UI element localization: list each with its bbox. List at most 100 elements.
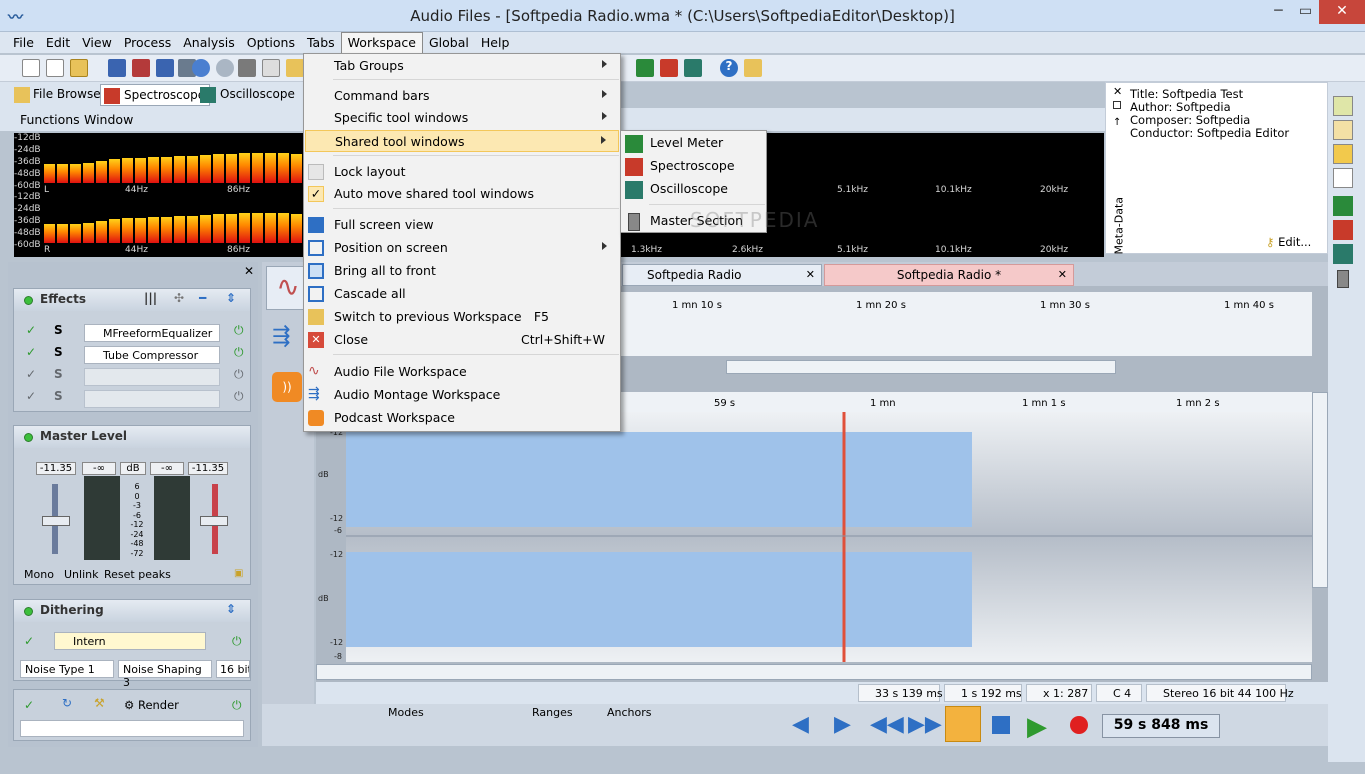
effect-slot-name[interactable]: Tube Compressor xyxy=(84,346,220,364)
close-icon[interactable]: ✕ xyxy=(244,264,254,278)
tab-file-browser[interactable]: File Browser xyxy=(0,84,110,106)
dithering-power-led[interactable] xyxy=(24,607,33,616)
check-icon[interactable]: ✓ xyxy=(24,698,34,712)
solo-button[interactable]: S xyxy=(54,323,63,337)
audio-montage-workspace-icon[interactable]: ⇶ xyxy=(272,324,302,354)
menu-item-auto-move[interactable]: ✓ Auto move shared tool windows xyxy=(305,183,619,205)
keyboard-icon[interactable] xyxy=(1333,168,1353,188)
menu-item-shared-tool-windows[interactable]: Shared tool windows xyxy=(305,130,619,152)
add-effect-icon[interactable]: ||| xyxy=(144,291,157,305)
menu-item-audio-file-workspace[interactable]: ∿ Audio File Workspace xyxy=(305,361,619,383)
effects-power-led[interactable] xyxy=(24,296,33,305)
sort-icon[interactable]: ⇕ xyxy=(226,291,236,305)
level-meter-icon[interactable] xyxy=(636,59,654,77)
record-button[interactable] xyxy=(1070,716,1088,734)
check-icon[interactable]: ✓ xyxy=(26,323,36,337)
menu-view[interactable]: View xyxy=(76,33,118,54)
context-help-icon[interactable] xyxy=(744,59,762,77)
solo-button[interactable]: S xyxy=(54,389,63,403)
paste-icon[interactable] xyxy=(286,59,304,77)
bit-depth-select[interactable]: 16 bit xyxy=(216,660,250,678)
menu-item-audio-montage-workspace[interactable]: ⇶ Audio Montage Workspace xyxy=(305,384,619,406)
zoom-level[interactable]: x 1: 287 xyxy=(1026,684,1092,702)
maximize-button[interactable]: ▭ xyxy=(1292,0,1319,24)
audio-format[interactable]: Stereo 16 bit 44 100 Hz xyxy=(1146,684,1294,702)
submenu-item-level-meter[interactable]: Level Meter xyxy=(622,132,765,154)
tag-icon[interactable] xyxy=(1333,144,1353,164)
menu-item-tab-groups[interactable]: Tab Groups xyxy=(305,55,619,77)
undo-icon[interactable] xyxy=(192,59,210,77)
new-template-icon[interactable] xyxy=(46,59,64,77)
effect-slot-name[interactable] xyxy=(84,390,220,408)
spectroscope-icon[interactable] xyxy=(1333,220,1353,240)
level-meter-icon[interactable] xyxy=(1333,196,1353,216)
render-button[interactable]: ⚙ Render xyxy=(124,698,179,712)
check-icon[interactable]: ✓ xyxy=(24,634,34,648)
cursor-position[interactable]: 33 s 139 ms xyxy=(858,684,943,702)
redo-icon[interactable] xyxy=(216,59,234,77)
menu-item-specific-tool-windows[interactable]: Specific tool windows xyxy=(305,107,619,129)
oscilloscope-icon[interactable] xyxy=(1333,244,1353,264)
cut-icon[interactable] xyxy=(238,59,256,77)
effect-slot-name[interactable]: MFreeformEqualizer xyxy=(84,324,220,342)
close-icon[interactable]: ✕ xyxy=(806,268,815,281)
close-icon[interactable]: ✕ xyxy=(1113,85,1122,98)
save-icon[interactable] xyxy=(108,59,126,77)
unlink-button[interactable]: Unlink xyxy=(64,568,98,581)
dithering-plugin[interactable]: Intern xyxy=(54,632,206,650)
master-power-led[interactable] xyxy=(24,433,33,442)
edit-metadata-button[interactable]: ⚷ Edit... xyxy=(1266,235,1311,249)
close-icon[interactable]: ✕ xyxy=(1058,268,1067,281)
power-icon[interactable]: ⏻ xyxy=(232,634,242,649)
menu-tabs[interactable]: Tabs xyxy=(301,33,341,54)
render-output-field[interactable] xyxy=(20,720,244,737)
save-all-icon[interactable] xyxy=(156,59,174,77)
master-section-icon[interactable] xyxy=(1337,270,1349,288)
menu-item-podcast-workspace[interactable]: Podcast Workspace xyxy=(305,407,619,429)
tab-softpedia-radio[interactable]: Softpedia Radio ✕ xyxy=(622,264,822,286)
save-as-icon[interactable] xyxy=(132,59,150,77)
tab-spectroscope[interactable]: Spectroscope xyxy=(100,84,211,106)
check-icon[interactable]: ✓ xyxy=(26,389,36,403)
menu-item-position-on-screen[interactable]: Position on screen xyxy=(305,237,619,259)
mono-button[interactable]: Mono xyxy=(24,568,54,581)
menu-workspace[interactable]: Workspace xyxy=(340,32,423,53)
noise-type-select[interactable]: Noise Type 1 xyxy=(20,660,114,678)
oscilloscope-icon[interactable] xyxy=(684,59,702,77)
fast-rewind-button[interactable]: ◀◀ xyxy=(870,712,904,740)
open-folder-icon[interactable] xyxy=(70,59,88,77)
check-icon[interactable]: ✓ xyxy=(26,345,36,359)
menu-item-bring-to-front[interactable]: Bring all to front xyxy=(305,260,619,282)
menu-edit[interactable]: Edit xyxy=(40,33,76,54)
menu-process[interactable]: Process xyxy=(118,33,177,54)
menu-window[interactable]: Window xyxy=(84,112,133,127)
remove-icon[interactable]: ━ xyxy=(199,291,206,305)
menu-analysis[interactable]: Analysis xyxy=(177,33,241,54)
stop-button[interactable] xyxy=(992,716,1010,734)
menu-item-lock-layout[interactable]: Lock layout xyxy=(305,161,619,183)
spectroscope-icon[interactable] xyxy=(660,59,678,77)
submenu-item-spectroscope[interactable]: Spectroscope xyxy=(622,155,765,177)
close-button[interactable]: ✕ xyxy=(1319,0,1365,24)
effect-slot-name[interactable] xyxy=(84,368,220,386)
power-icon[interactable]: ⏻ xyxy=(232,698,242,713)
overview-scrollbar[interactable] xyxy=(726,360,1116,374)
menu-functions[interactable]: Functions xyxy=(20,112,80,127)
menu-global[interactable]: Global xyxy=(423,33,475,54)
power-icon[interactable]: ⏻ xyxy=(234,389,244,404)
menu-options[interactable]: Options xyxy=(241,33,301,54)
menu-item-cascade-all[interactable]: Cascade all xyxy=(305,283,619,305)
restore-icon[interactable] xyxy=(1113,101,1121,109)
pin-icon[interactable]: ↑ xyxy=(1113,117,1121,128)
marker-icon[interactable] xyxy=(1333,96,1353,116)
reset-peaks-button[interactable]: Reset peaks xyxy=(104,568,171,581)
vertical-scrollbar[interactable] xyxy=(1312,392,1328,588)
power-icon[interactable]: ⏻ xyxy=(234,345,244,360)
tab-softpedia-radio-modified[interactable]: Softpedia Radio * ✕ xyxy=(824,264,1074,286)
loop-button[interactable] xyxy=(945,706,981,742)
menu-item-full-screen[interactable]: Full screen view xyxy=(305,214,619,236)
right-fader-knob[interactable] xyxy=(200,516,228,526)
rewind-button[interactable]: ◀ xyxy=(792,712,820,740)
waveform-area[interactable] xyxy=(346,412,1312,662)
solo-button[interactable]: S xyxy=(54,345,63,359)
